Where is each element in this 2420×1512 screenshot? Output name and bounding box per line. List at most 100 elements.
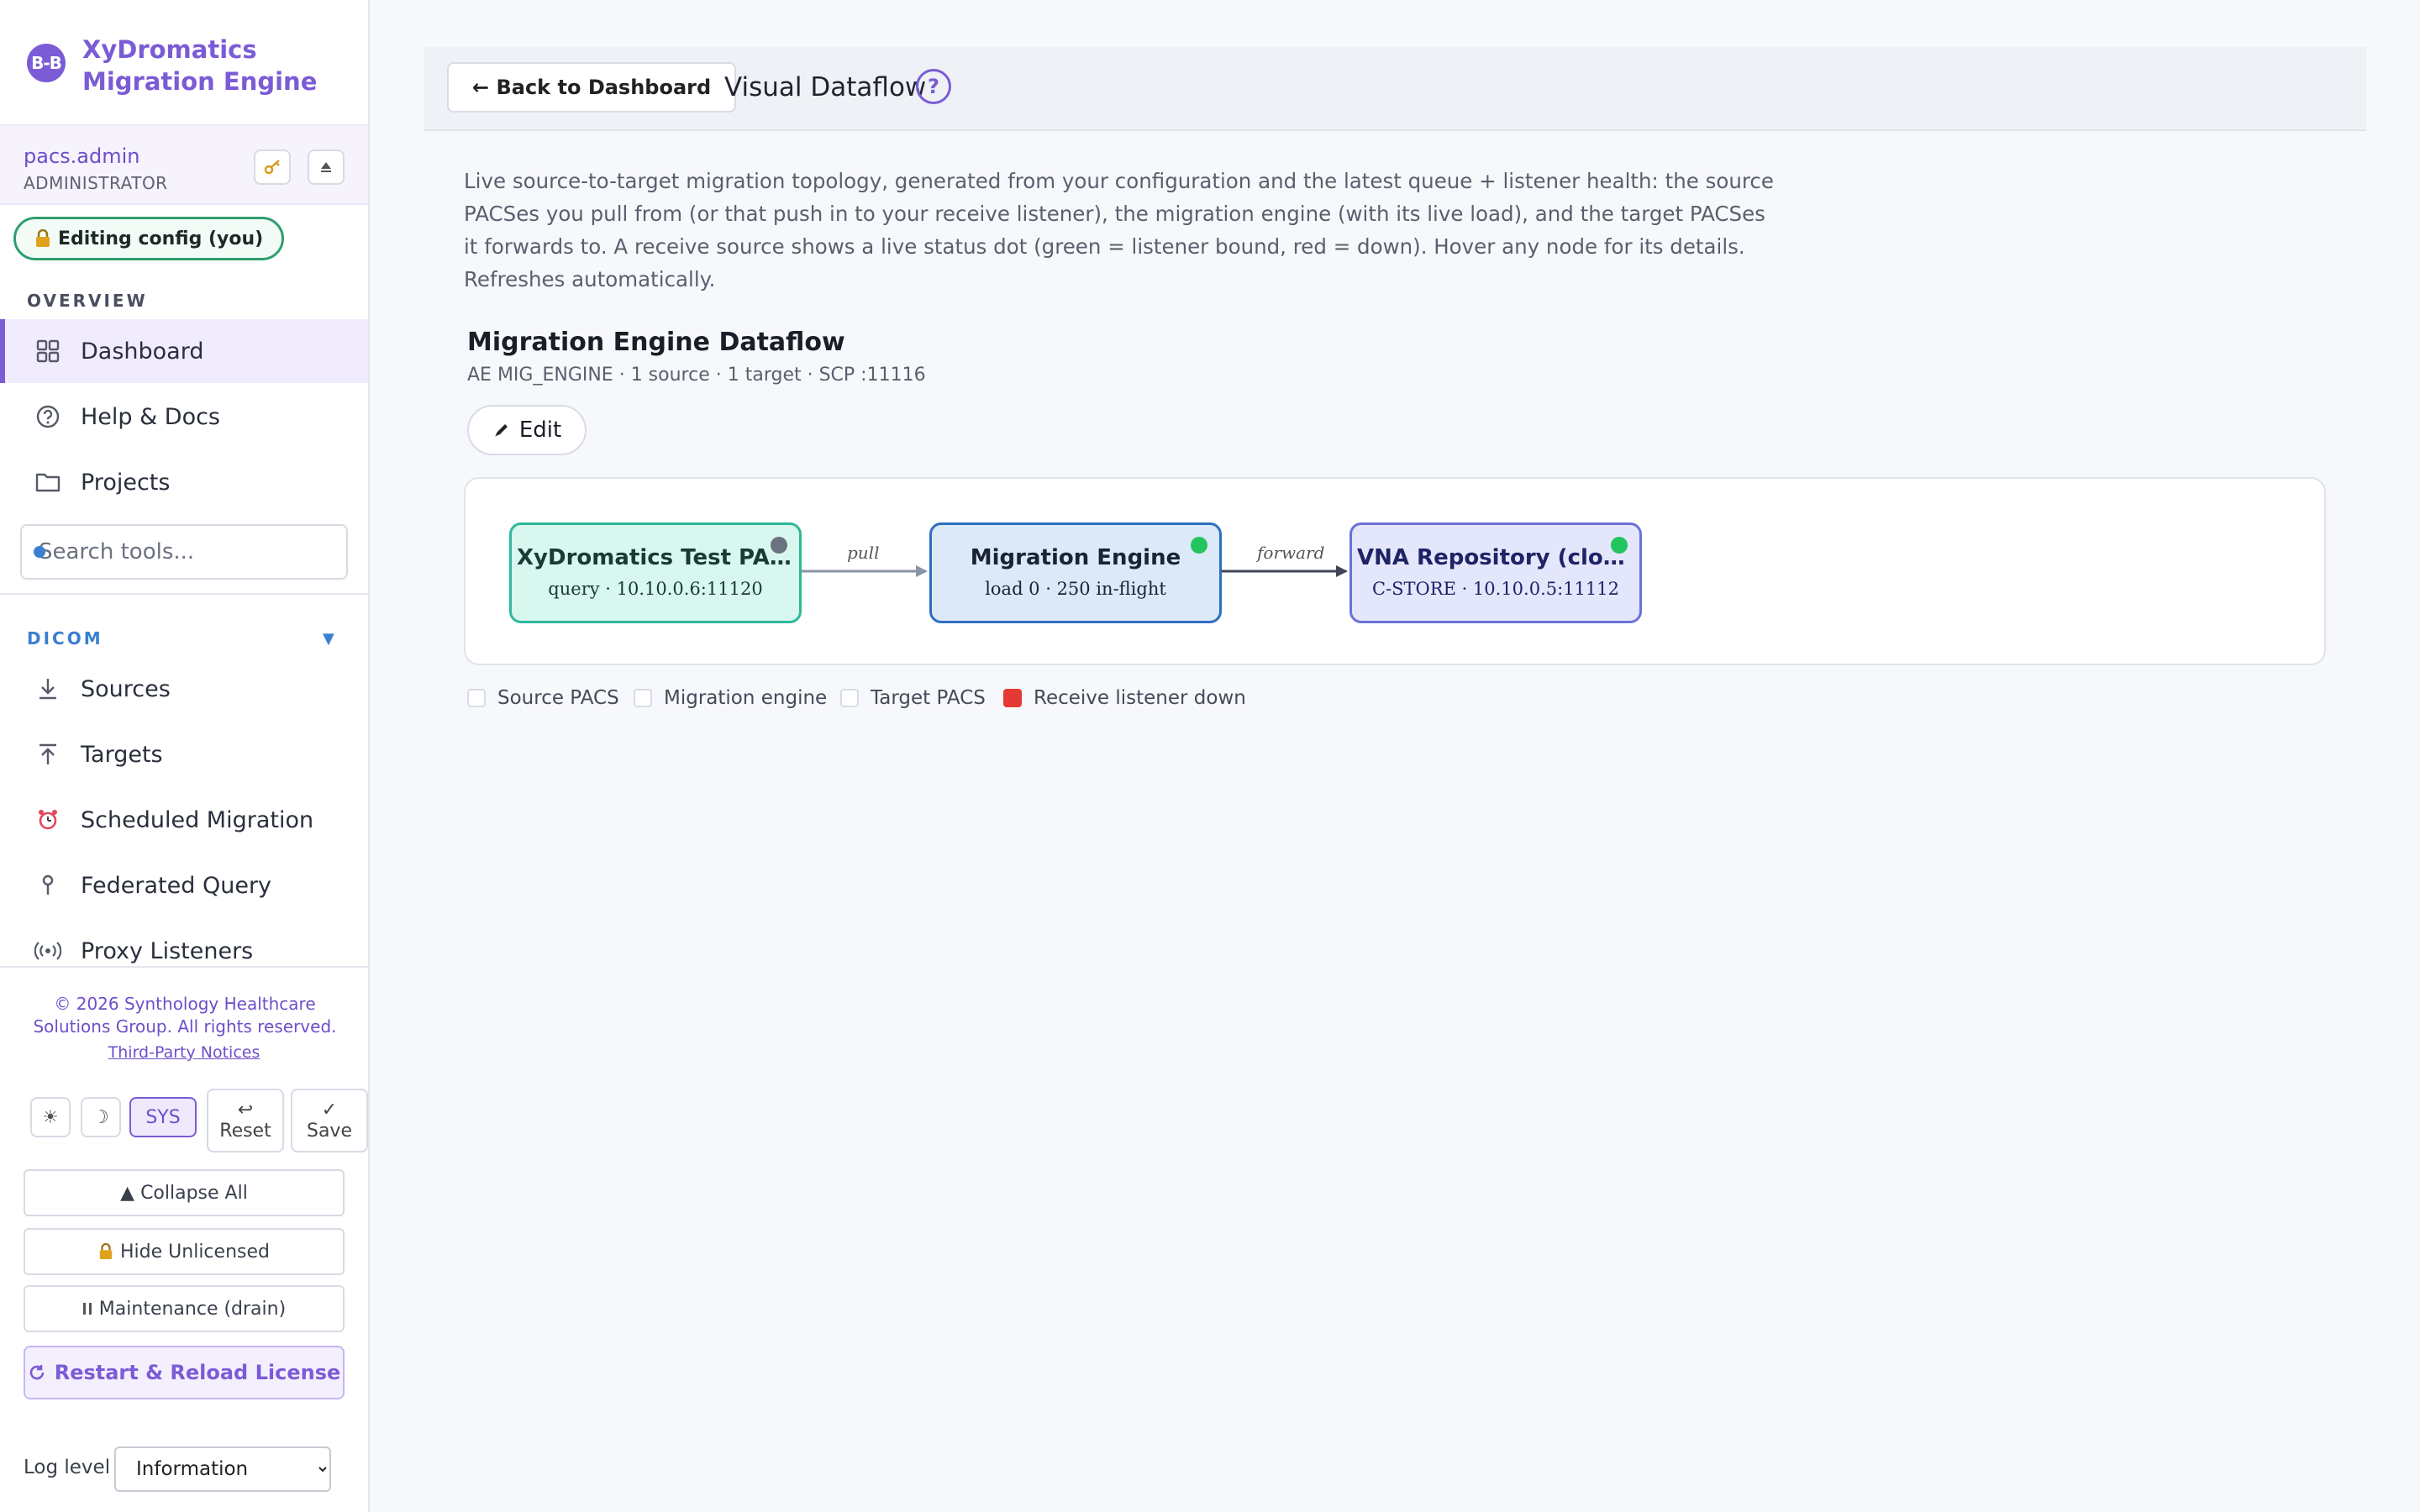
- node-subtitle: C-STORE · 10.10.0.5:11112: [1371, 579, 1619, 599]
- pencil-icon: [494, 424, 508, 437]
- sidebar-item-targets[interactable]: Targets: [0, 722, 368, 786]
- undo-icon: ↩: [237, 1100, 254, 1121]
- node-title: VNA Repository (cloud d...: [1357, 545, 1639, 570]
- search-tools-input[interactable]: [20, 524, 348, 580]
- dataflow-title: Migration Engine Dataflow: [467, 328, 845, 357]
- sidebar-item-dashboard[interactable]: Dashboard: [0, 319, 368, 383]
- moon-icon: ☽: [92, 1106, 109, 1128]
- theme-system-button[interactable]: SYS: [129, 1097, 197, 1137]
- status-dot-icon: [1611, 537, 1628, 554]
- edge-label-pull: pull: [847, 543, 880, 563]
- logout-button[interactable]: [308, 150, 345, 185]
- page-description: Live source-to-target migration topology…: [464, 169, 1774, 291]
- help-icon[interactable]: ?: [916, 69, 951, 104]
- page-header: ← Back to Dashboard Visual Dataflow ?: [424, 47, 2366, 131]
- theme-system-label: SYS: [145, 1106, 181, 1128]
- legend-swatch: [1003, 689, 1022, 707]
- legend-item-source-pacs: Source PACS: [467, 685, 619, 711]
- legend-item-migration-engine: Migration engine: [634, 685, 827, 711]
- change-password-button[interactable]: [254, 150, 291, 185]
- restart-reload-license-button[interactable]: Restart & Reload License: [24, 1346, 345, 1399]
- save-label: Save: [306, 1121, 352, 1142]
- reset-button[interactable]: ↩ Reset: [207, 1089, 284, 1152]
- sidebar-item-label: Sources: [81, 675, 171, 702]
- chevron-down-icon[interactable]: ▼: [323, 630, 334, 648]
- folder-icon: [34, 468, 62, 496]
- user-name: pacs.admin: [24, 144, 140, 168]
- sidebar-item-label: Projects: [81, 469, 171, 496]
- save-button[interactable]: ✓ Save: [291, 1089, 368, 1152]
- node-target-pacs[interactable]: VNA Repository (cloud d... C-STORE · 10.…: [1349, 522, 1642, 623]
- reset-label: Reset: [219, 1121, 271, 1142]
- back-to-dashboard-button[interactable]: ← Back to Dashboard: [447, 62, 737, 113]
- legend-label: Migration engine: [664, 687, 828, 709]
- pin-icon: [34, 871, 62, 900]
- legend-label: Source PACS: [497, 687, 619, 709]
- edit-label: Edit: [518, 417, 562, 443]
- user-box: pacs.admin ADMINISTRATOR: [0, 124, 368, 205]
- copyright-text: © 2026 Synthology Healthcare Solutions G…: [33, 994, 337, 1037]
- status-dot-icon: [1191, 537, 1207, 554]
- third-party-notices-link[interactable]: Third-Party Notices: [0, 1043, 368, 1062]
- legend-item-listener-down: Receive listener down: [1003, 685, 1246, 711]
- maintenance-drain-button[interactable]: Maintenance (drain): [24, 1285, 345, 1332]
- sidebar-item-label: Help & Docs: [81, 403, 220, 430]
- sidebar-item-label: Proxy Listeners: [81, 937, 254, 964]
- back-label: ← Back to Dashboard: [472, 76, 712, 99]
- sidebar-footer-divider: [0, 966, 368, 968]
- refresh-icon: [29, 1365, 45, 1380]
- theme-light-button[interactable]: ☀: [30, 1097, 71, 1137]
- hide-unlicensed-button[interactable]: Hide Unlicensed: [24, 1228, 345, 1275]
- sidebar-item-proxy-listeners[interactable]: Proxy Listeners: [0, 919, 368, 983]
- theme-dark-button[interactable]: ☽: [81, 1097, 121, 1137]
- brand-logo-icon: B-B: [27, 44, 66, 82]
- pause-icon: [82, 1303, 92, 1315]
- upload-icon: [34, 740, 62, 769]
- dataflow-subtitle: AE MIG_ENGINE · 1 source · 1 target · SC…: [467, 365, 926, 386]
- sidebar-item-sources[interactable]: Sources: [0, 657, 368, 721]
- sidebar-item-label: Scheduled Migration: [81, 806, 314, 833]
- grid-icon: [34, 337, 62, 365]
- node-title: Migration Engine: [970, 545, 1181, 570]
- broadcast-icon: [34, 937, 62, 965]
- legend-item-target-pacs: Target PACS: [840, 685, 986, 711]
- sidebar: B-B XyDromatics Migration Engine pacs.ad…: [0, 0, 370, 1512]
- config-lock-status[interactable]: Editing config (you): [13, 217, 285, 260]
- brand-name: XyDromatics Migration Engine: [82, 34, 360, 97]
- dicom-section-label[interactable]: DICOM: [27, 628, 103, 648]
- legend-label: Receive listener down: [1034, 687, 1246, 709]
- edge-label-forward: forward: [1257, 543, 1325, 563]
- brand[interactable]: B-B XyDromatics Migration Engine: [27, 34, 363, 102]
- restart-label: Restart & Reload License: [54, 1361, 341, 1384]
- lock-icon: [99, 1243, 113, 1259]
- node-source-pacs[interactable]: XyDromatics Test PACS query · 10.10.0.6:…: [509, 522, 802, 623]
- sidebar-item-label: Targets: [81, 741, 163, 768]
- collapse-all-label: ▲ Collapse All: [120, 1182, 248, 1204]
- search-icon: [34, 546, 45, 558]
- help-icon: [34, 402, 62, 431]
- hide-unlicensed-label: Hide Unlicensed: [120, 1241, 270, 1263]
- edit-dataflow-button[interactable]: Edit: [467, 405, 587, 455]
- log-level-select[interactable]: Information: [114, 1446, 331, 1492]
- download-icon: [34, 675, 62, 703]
- sidebar-item-scheduled-migration[interactable]: Scheduled Migration: [0, 788, 368, 852]
- status-dot-icon: [771, 537, 787, 554]
- legend-swatch: [840, 689, 859, 707]
- sidebar-item-federated-query[interactable]: Federated Query: [0, 853, 368, 917]
- legend-swatch: [467, 689, 486, 707]
- maintenance-label: Maintenance (drain): [98, 1298, 287, 1320]
- page-title: Visual Dataflow: [724, 72, 927, 102]
- overview-section-label: OVERVIEW: [27, 291, 148, 311]
- sun-icon: ☀: [42, 1106, 59, 1128]
- collapse-all-button[interactable]: ▲ Collapse All: [24, 1169, 345, 1216]
- legend-label: Target PACS: [871, 687, 986, 709]
- node-subtitle: load 0 · 250 in-flight: [985, 579, 1166, 599]
- brand-name-line1: XyDromatics: [82, 35, 257, 64]
- node-title: XyDromatics Test PACS: [517, 545, 799, 570]
- sidebar-item-help-docs[interactable]: Help & Docs: [0, 385, 368, 449]
- node-migration-engine[interactable]: Migration Engine load 0 · 250 in-flight: [929, 522, 1222, 623]
- sidebar-item-label: Federated Query: [81, 872, 272, 899]
- brand-name-line2: Migration Engine: [82, 67, 318, 96]
- sidebar-item-projects[interactable]: Projects: [0, 450, 368, 514]
- log-level-label: Log level: [24, 1457, 111, 1478]
